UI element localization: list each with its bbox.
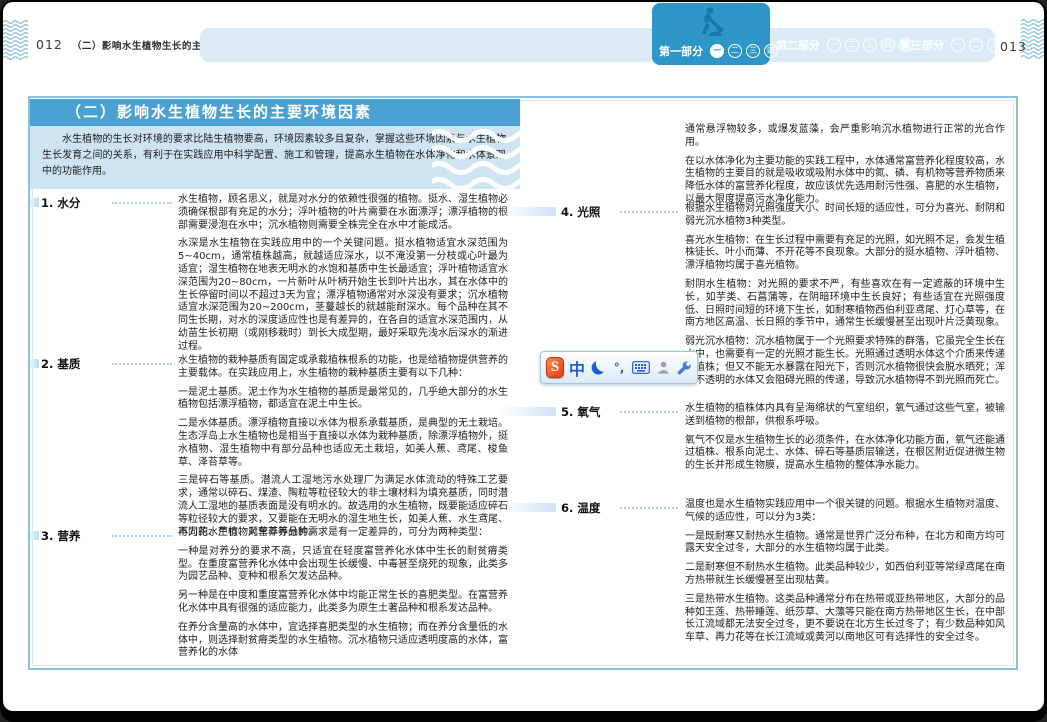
left-page-number: 012 — [36, 37, 63, 52]
intro-wave-decoration — [432, 126, 520, 189]
paragraph: 水生植物的植株体内具有呈海绵状的气室组织，氧气通过这些气室，被输送到植物的根部，… — [685, 403, 1005, 429]
paragraph: 水生植物，顾名思义，就是对水分的依赖性很强的植物。挺水、湿生植物必须确保根部有充… — [178, 194, 508, 232]
paragraph: 耐阴水生植物：对光照的要求不严，有些喜欢在有一定遮蔽的环境中生长，如芋类、石菖蒲… — [685, 279, 1005, 330]
punctuation-mode-button[interactable]: °, — [611, 356, 627, 379]
soft-keyboard-icon[interactable] — [632, 356, 650, 379]
nav-part1-label[interactable]: 第一部分 — [659, 43, 703, 59]
nav-part2-item-2[interactable]: 二 — [845, 38, 859, 52]
nav-part1-item-3[interactable]: 三 — [746, 44, 760, 58]
section-marker — [498, 407, 556, 416]
dotted-leader — [112, 363, 172, 365]
intro-box: 水生植物的生长对环境的要求比陆生植物要高，环境因素较多且复杂，掌握这些环境因素与… — [30, 126, 520, 189]
section-label-light: 4. 光照 — [561, 204, 600, 220]
section-marker — [498, 207, 556, 216]
paragraph: 温度也是水生植物实践应用中一个很关键的问题。根据水生植物对温度、气候的适应性，可… — [685, 499, 1005, 525]
paragraph: 在以水体净化为主要功能的实践工程中，水体通常富营养化程度较高，水生植物的主要目的… — [685, 156, 1005, 207]
dotted-leader — [620, 507, 678, 509]
nav-part1-item-2[interactable]: 二 — [728, 44, 742, 58]
paragraph: 喜光水生植物：在生长过程中需要有充足的光照，如光照不足，会发生植株徒长、叶小而薄… — [685, 235, 1005, 273]
section-label-oxygen: 5. 氧气 — [561, 404, 600, 420]
dotted-leader — [620, 211, 678, 213]
paragraph: 另一种是在中度和重度富营养化水体中均能正常生长的喜肥类型。在富营养化水体中具有很… — [178, 590, 508, 616]
paragraph: 根据水生植物对光照强度大小、时间长短的适应性，可分为喜光、耐阴和弱光沉水植物3种… — [685, 203, 1005, 229]
sogou-logo-icon[interactable]: S — [546, 357, 564, 378]
nav-part3-item-2[interactable]: 二 — [969, 38, 983, 52]
section-marker — [30, 531, 39, 540]
nav-part1-active-tab[interactable]: 第一部分 一 二 三 四 — [652, 3, 770, 65]
paragraph: 不同的水生植物对营养养分的需求是有一定差异的，可分为两种类型： — [178, 527, 508, 540]
book-page-screenshot: 012 （二）影响水生植物生长的主要环境因素 第二部分 一 二 三 四 五 第三… — [0, 0, 1047, 722]
paragraph: 一是泥土基质。泥土作为水生植物的基质是最常见的，几乎绝大部分的水生植物包括漂浮植… — [178, 387, 508, 413]
section-label-temperature: 6. 温度 — [561, 500, 600, 516]
paragraph: 氧气不仅是水生植物生长的必须条件，在水体净化功能方面，氧气还能通过植株、根系向泥… — [685, 435, 1005, 473]
section-marker — [30, 198, 39, 207]
nav-part2-label[interactable]: 第二部分 — [776, 37, 820, 53]
nav-part3-label[interactable]: 第三部分 — [900, 37, 944, 53]
dotted-leader — [620, 411, 678, 413]
paragraph: 弱光沉水植物：沉水植物属于一个光照要求特殊的群落，它虽完全生长在水中，也需要有一… — [685, 336, 1005, 387]
section-marker — [498, 503, 556, 512]
right-page-number: 013 — [1000, 39, 1027, 54]
sogou-ime-toolbar[interactable]: S 中 °, — [540, 351, 698, 384]
parts-navigation-bar: 第二部分 一 二 三 四 五 第三部分 一 二 三 四 — [200, 28, 995, 62]
paragraph: 水生植物的栽种基质有固定或承载植株根系的功能，也是给植物提供营养的主要载体。在实… — [178, 355, 508, 381]
paragraph: 二是耐寒但不耐热水生植物。此类品种较少，如西伯利亚等常绿鸢尾在南方热带就生长缓慢… — [685, 562, 1005, 588]
paragraph: 一是既耐寒又耐热水生植物。通常是世界广泛分布种，在北方和南方均可露天安全过冬，大… — [685, 531, 1005, 557]
settings-wrench-icon[interactable] — [676, 356, 692, 379]
nav-part3-item-1[interactable]: 一 — [951, 38, 965, 52]
paragraph: 一种是对养分的要求不高，只适宜在轻度富营养化水体中生长的耐贫瘠类型。在重度富营养… — [178, 546, 508, 584]
nav-part2[interactable]: 第二部分 一 二 三 四 五 — [776, 28, 913, 62]
section-label-nutrition: 3. 营养 — [41, 528, 80, 544]
account-person-icon[interactable] — [655, 356, 671, 379]
digger-icon — [693, 5, 729, 39]
nav-part3-item-3[interactable]: 三 — [987, 38, 1001, 52]
chapter-title-bar: （二）影响水生植物生长的主要环境因素 — [30, 99, 520, 126]
wave-decoration-left — [3, 20, 28, 61]
paragraph: 二是水体基质。漂浮植物直接以水体为根系承载基质，是典型的无土栽培。生态浮岛上水生… — [178, 418, 508, 469]
dotted-leader — [112, 202, 172, 204]
paragraph: 在养分含量高的水体中，宜选择喜肥类型的水生植物；而在养分含量低的水体中，则选择耐… — [178, 622, 508, 660]
chinese-mode-button[interactable]: 中 — [569, 356, 585, 379]
nav-part2-item-3[interactable]: 三 — [863, 38, 877, 52]
paragraph: 三是热带水生植物。这类品种通常分布在热带或亚热带地区，大部分的品种如王莲、热带睡… — [685, 594, 1005, 645]
fullwidth-moon-icon[interactable] — [590, 356, 606, 379]
nav-part1-item-4[interactable]: 四 — [764, 44, 778, 58]
section-label-substrate: 2. 基质 — [41, 356, 80, 372]
section-marker — [30, 359, 39, 368]
paragraph: 水深是水生植物在实践应用中的一个关键问题。挺水植物适宜水深范围为5~40cm，通… — [178, 238, 508, 353]
nav-part1-item-1-active[interactable]: 一 — [710, 44, 724, 58]
nav-part2-item-1[interactable]: 一 — [827, 38, 841, 52]
nav-part2-item-4[interactable]: 四 — [881, 38, 895, 52]
paragraph: 通常悬浮物较多，或爆发蓝藻，会严重影响沉水植物进行正常的光合作用。 — [685, 124, 1005, 150]
section-label-water: 1. 水分 — [41, 195, 80, 211]
dotted-leader — [112, 535, 172, 537]
